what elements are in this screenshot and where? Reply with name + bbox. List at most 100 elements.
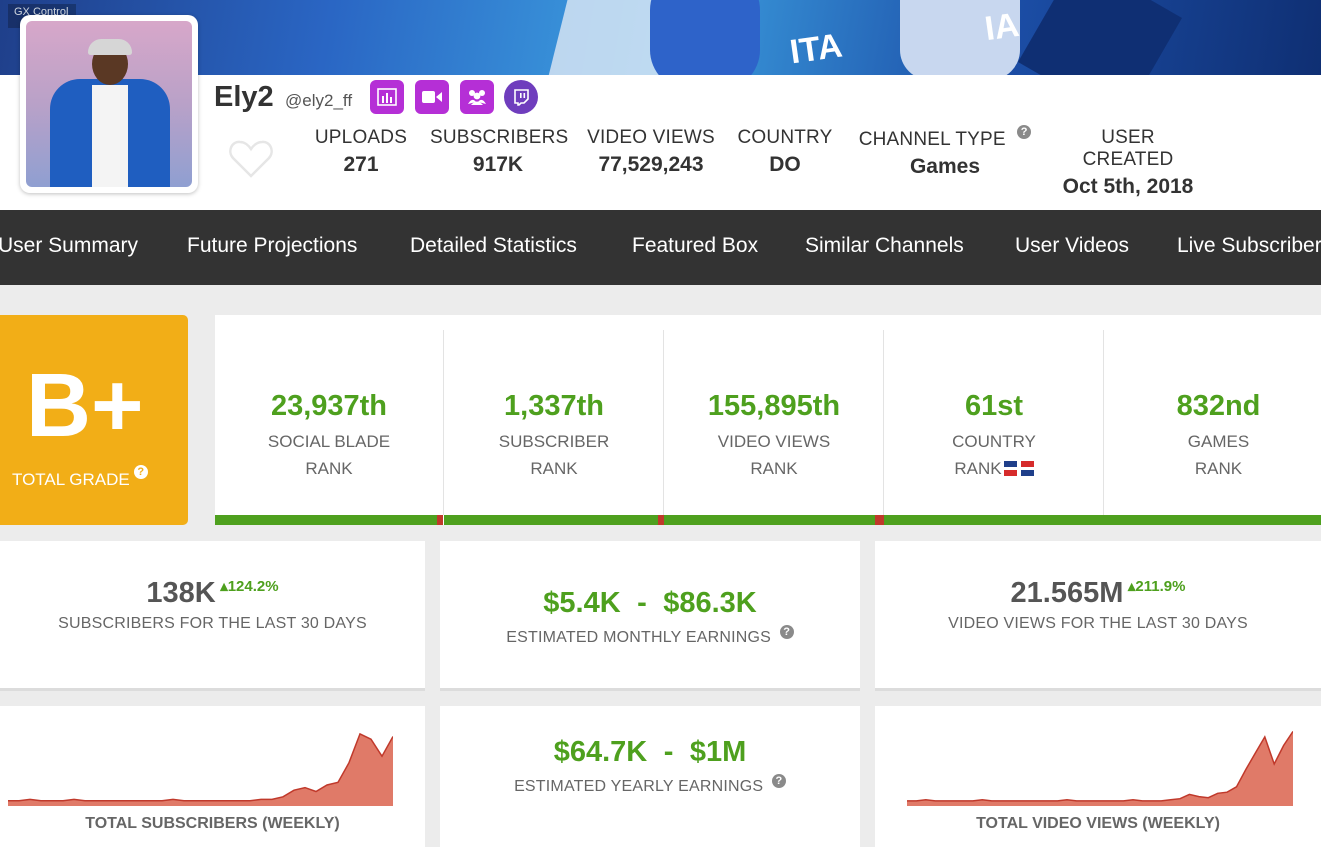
rank-value: 155,895th [707, 390, 841, 422]
monthly-earnings-label-row: ESTIMATED MONTHLY EARNINGS ? [440, 625, 860, 647]
yearly-earnings-high: $1M [689, 736, 747, 768]
nav-similar-channels[interactable]: Similar Channels [805, 234, 964, 258]
rank-video-views: 155,895th VIDEO VIEWS RANK [664, 330, 884, 525]
avatar-image [26, 21, 192, 187]
stat-value: 271 [343, 153, 379, 176]
rank-label-row: RANK [884, 459, 1104, 479]
yearly-earnings-card: $64.7K - $1M ESTIMATED YEARLY EARNINGS ? [440, 706, 860, 847]
subs-30-value-row: 138K ▴124.2% [0, 577, 425, 610]
rank-label: RANK [1194, 459, 1243, 478]
stat-channel-type: CHANNEL TYPE ? Games [855, 125, 1035, 179]
nav-live-subscriber[interactable]: Live Subscriber [1177, 234, 1321, 258]
rank-label: RANK [530, 459, 578, 478]
banner-shape [1018, 0, 1182, 75]
subscribers-weekly-chart [8, 732, 393, 806]
banner-text-left: ITA [787, 26, 845, 72]
stat-value: 77,529,243 [598, 153, 704, 176]
stat-label: VIDEO VIEWS [587, 127, 715, 148]
rank-bar [444, 515, 664, 525]
subs-30-change: ▴124.2% [220, 578, 278, 595]
up-arrow-icon: ▴ [220, 578, 228, 595]
rank-bar-marker [875, 515, 884, 525]
banner-shape [650, 0, 760, 75]
avatar [20, 15, 198, 193]
rank-bar [1104, 515, 1321, 525]
bar-chart-icon[interactable] [370, 80, 404, 114]
subs-30-label: SUBSCRIBERS FOR THE LAST 30 DAYS [58, 615, 367, 632]
rank-bar [664, 515, 884, 525]
rank-bar-marker [437, 515, 443, 525]
rank-social-blade: 23,937th SOCIAL BLADE RANK [215, 330, 443, 525]
yearly-earnings-label-row: ESTIMATED YEARLY EARNINGS ? [440, 774, 860, 796]
stat-label: USER CREATED [1082, 127, 1174, 170]
views-chart-card: TOTAL VIDEO VIEWS (WEEKLY) [875, 706, 1321, 847]
rank-bar [215, 515, 443, 525]
channel-name: Ely2 [214, 81, 274, 113]
banner-text-right: IA [982, 5, 1022, 49]
stat-value: Games [909, 155, 981, 178]
monthly-earnings-low: $5.4K [543, 587, 621, 619]
twitch-icon[interactable] [504, 80, 538, 114]
rank-value: 61st [964, 390, 1024, 422]
section-nav: User Summary Future Projections Detailed… [0, 210, 1321, 285]
rank-label: RANK [954, 459, 1002, 478]
stat-label: UPLOADS [314, 127, 408, 148]
subs-30-change-value: 124.2% [227, 578, 279, 595]
stat-value: Oct 5th, 2018 [1062, 175, 1194, 198]
rank-games: 832nd GAMES RANK [1104, 330, 1321, 525]
grade-caption: TOTAL GRADE [12, 470, 130, 489]
rank-label: RANK [750, 459, 798, 478]
stat-country: COUNTRY DO [735, 127, 835, 177]
monthly-earnings-row: $5.4K - $86.3K [440, 587, 860, 620]
nav-featured-box[interactable]: Featured Box [632, 234, 758, 258]
stat-user-created: USER CREATED Oct 5th, 2018 [1055, 127, 1201, 199]
dominican-flag-icon [1003, 461, 1034, 476]
rank-value: 1,337th [504, 390, 604, 422]
chart-title: TOTAL VIDEO VIEWS (WEEKLY) [976, 815, 1220, 832]
help-icon[interactable]: ? [1017, 125, 1032, 139]
stat-uploads: UPLOADS 271 [313, 127, 409, 177]
views-30-label: VIDEO VIEWS FOR THE LAST 30 DAYS [948, 615, 1248, 632]
rank-label: SUBSCRIBER [498, 432, 610, 451]
nav-future-projections[interactable]: Future Projections [187, 234, 357, 258]
subs-30-value: 138K [146, 577, 216, 609]
views-series-area [907, 731, 1293, 806]
views-weekly-chart [907, 730, 1293, 806]
yearly-earnings-row: $64.7K - $1M [440, 736, 860, 769]
views-30-value: 21.565M [1010, 577, 1124, 609]
video-camera-icon[interactable] [415, 80, 449, 114]
rank-subscriber: 1,337th SUBSCRIBER RANK [444, 330, 664, 525]
rank-value: 23,937th [270, 390, 388, 422]
rank-label: SOCIAL BLADE [267, 432, 391, 451]
monthly-earnings-high: $86.3K [663, 587, 757, 619]
subscribers-series-area [8, 733, 393, 806]
grade-letter: B+ [26, 356, 144, 456]
monthly-earnings-label: ESTIMATED MONTHLY EARNINGS [506, 629, 772, 646]
stat-subscribers: SUBSCRIBERS 917K [430, 127, 569, 177]
chart-title: TOTAL SUBSCRIBERS (WEEKLY) [85, 815, 340, 832]
rank-label: RANK [305, 459, 353, 478]
heart-icon[interactable] [228, 139, 274, 179]
help-icon[interactable]: ? [779, 625, 794, 639]
stat-label: SUBSCRIBERS [430, 127, 569, 148]
rank-bar [884, 515, 1104, 525]
nav-user-summary[interactable]: User Summary [0, 234, 138, 258]
views-30-change-value: 211.9% [1135, 578, 1186, 595]
subscribers-chart-card: TOTAL SUBSCRIBERS (WEEKLY) [0, 706, 425, 847]
help-icon[interactable]: ? [133, 465, 148, 479]
rank-label: GAMES [1187, 432, 1250, 451]
rank-value: 832nd [1176, 390, 1261, 422]
channel-banner: ITA IA GX Control [0, 0, 1321, 75]
rank-country: 61st COUNTRY RANK [884, 330, 1104, 525]
channel-handle: @ely2_ff [285, 91, 353, 110]
nav-detailed-statistics[interactable]: Detailed Statistics [410, 234, 577, 258]
group-icon[interactable] [460, 80, 494, 114]
stat-value: 917K [472, 153, 524, 176]
views-30-change: ▴211.9% [1128, 578, 1186, 595]
nav-user-videos[interactable]: User Videos [1015, 234, 1129, 258]
monthly-earnings-card: $5.4K - $86.3K ESTIMATED MONTHLY EARNING… [440, 541, 860, 691]
avatar-cap [88, 39, 132, 55]
help-icon[interactable]: ? [771, 774, 786, 788]
rank-label: VIDEO VIEWS [717, 432, 831, 451]
total-grade-card: B+ TOTAL GRADE? [0, 315, 188, 525]
